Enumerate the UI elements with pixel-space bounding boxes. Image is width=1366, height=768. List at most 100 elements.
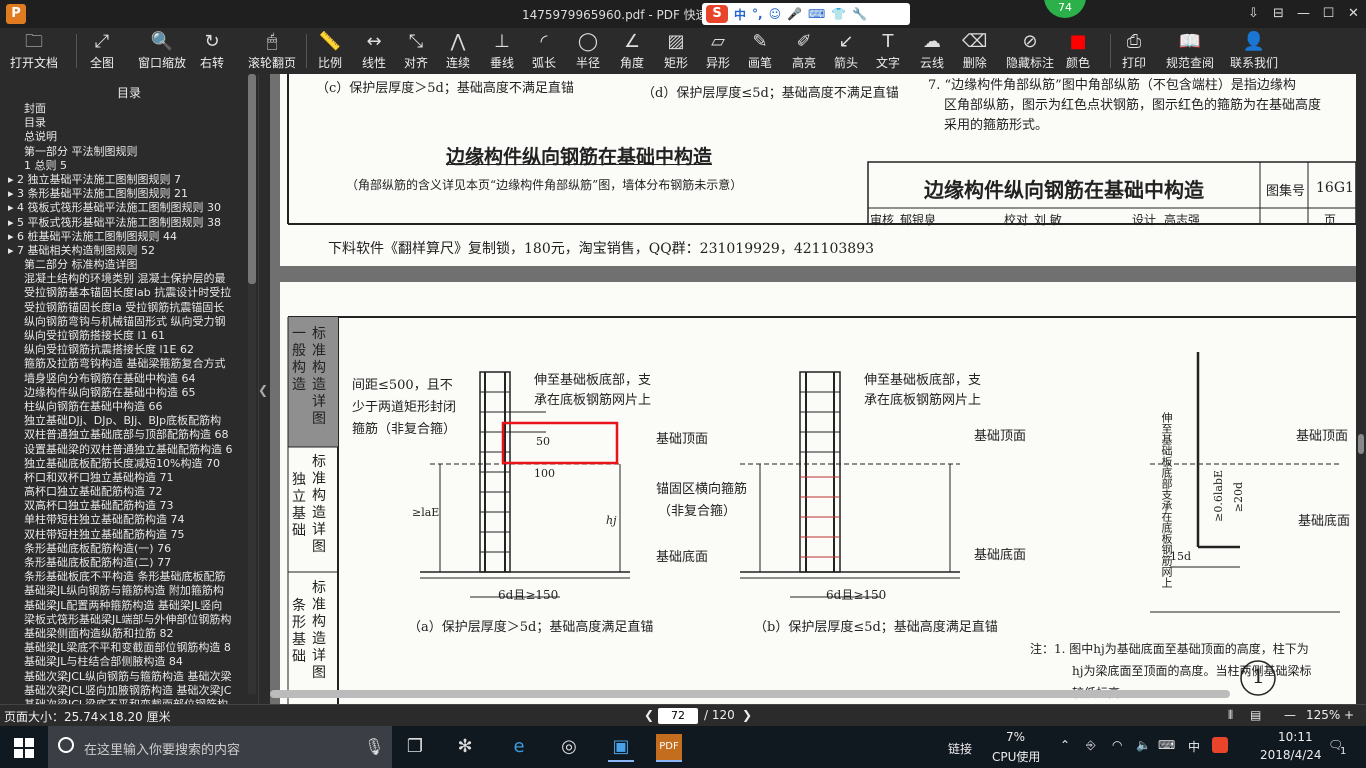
toc-item[interactable]: 1 总则 5 <box>0 159 258 173</box>
toolbar-angle-button[interactable]: ∠ 角度 <box>620 28 644 74</box>
toc-item[interactable]: 基础梁JL纵向钢筋与箍筋构造 附加箍筋构 <box>0 584 258 598</box>
ime-punct-toggle[interactable]: °, <box>752 7 763 21</box>
toolbar-rectangle-area-button[interactable]: ▨ 矩形 <box>664 28 688 74</box>
document-view[interactable]: （c）保护层厚度＞5d；基础高度不满足直锚 （d）保护层厚度≤5d；基础高度不满… <box>270 74 1356 704</box>
toolbar-align-button[interactable]: ⤡ 对齐 <box>404 28 428 74</box>
toolbar-fit-page-button[interactable]: ⤢ 全图 <box>90 28 114 74</box>
toc-item[interactable]: ▸ 3 条形基础平法施工图制图规则 21 <box>0 187 258 201</box>
zoom-in-button[interactable]: + <box>1344 708 1354 722</box>
toc-item[interactable]: 第二部分 标准构造详图 <box>0 258 258 272</box>
score-badge[interactable]: 74 <box>1044 0 1086 18</box>
page-number-input[interactable]: 72 <box>658 708 698 724</box>
toolbar-contact-button[interactable]: 👤 联系我们 <box>1230 28 1278 74</box>
network-icon[interactable]: ⎆ <box>1086 738 1096 753</box>
toc-item[interactable]: ▸ 2 独立基础平法施工图制图规则 7 <box>0 173 258 187</box>
horizontal-scrollbar[interactable] <box>270 690 1230 698</box>
expand-icon[interactable]: ▸ <box>8 230 17 243</box>
toolbar-color-button[interactable]: ■ 颜色 <box>1066 28 1090 74</box>
collapse-sidebar-icon[interactable]: ❮ <box>258 370 268 410</box>
menu-icon[interactable]: ⊟ <box>1266 0 1291 28</box>
toolbar-arrow-button[interactable]: ↙ 箭头 <box>834 28 858 74</box>
toc-item[interactable]: 基础次梁JCL纵向钢筋与箍筋构造 基础次梁 <box>0 670 258 684</box>
link-label[interactable]: 链接 <box>948 740 972 757</box>
toc-item[interactable]: 条形基础底板配筋构造(二) 77 <box>0 556 258 570</box>
toolbar-mouse-wheel-button[interactable]: 🖱 滚轮翻页 <box>248 28 296 74</box>
toc-item[interactable]: 纵向钢筋弯钩与机械锚固形式 纵向受力钢 <box>0 315 258 329</box>
toc-item[interactable]: ▸ 6 桩基础平法施工图制图规则 44 <box>0 230 258 244</box>
taskbar-app-icon[interactable]: ▣ <box>608 734 634 762</box>
single-page-view-icon[interactable]: ⫴ <box>1228 708 1233 723</box>
expand-icon[interactable]: ▸ <box>8 244 17 257</box>
input-language[interactable]: 中 <box>1188 738 1200 755</box>
clock-date[interactable]: 2018/4/24 <box>1260 748 1322 762</box>
toc-item[interactable]: 基础梁JL梁底不平和变截面部位钢筋构造 8 <box>0 641 258 655</box>
toolbar-text-button[interactable]: T 文字 <box>876 28 900 74</box>
toc-item[interactable]: ▸ 4 筏板式筏形基础平法施工图制图规则 30 <box>0 201 258 215</box>
toc-item[interactable]: 基础次梁JCL竖向加腋钢筋构造 基础次梁JC <box>0 684 258 698</box>
ie-browser-icon[interactable]: e <box>506 734 532 760</box>
toc-item[interactable]: 边缘构件纵向钢筋在基础中构造 65 <box>0 386 258 400</box>
task-view-icon[interactable]: ❐ <box>402 734 428 760</box>
toc-item[interactable]: 箍筋及拉筋弯钩构造 基础梁箍筋复合方式 <box>0 357 258 371</box>
toc-item[interactable]: 封面 <box>0 102 258 116</box>
sogou-ime-icon[interactable]: S <box>706 5 728 23</box>
expand-icon[interactable]: ▸ <box>8 216 17 229</box>
pinwheel-app-icon[interactable]: ✻ <box>452 734 478 760</box>
pdf-viewer-taskbar-icon[interactable]: PDF <box>656 734 682 762</box>
toc-item[interactable]: 条形基础底板配筋构造(一) 76 <box>0 542 258 556</box>
prev-page-icon[interactable]: ❮ <box>644 708 654 722</box>
toc-item[interactable]: 第一部分 平法制图规则 <box>0 145 258 159</box>
toc-item[interactable]: 纵向受拉钢筋搭接长度 l1 61 <box>0 329 258 343</box>
app-spiral-icon[interactable]: ◎ <box>556 734 582 760</box>
toc-item[interactable]: ▸ 7 基础相关构造制图规则 52 <box>0 244 258 258</box>
ime-skin-icon[interactable]: 👕 <box>831 7 846 21</box>
ime-emoji-icon[interactable]: ☺ <box>769 7 782 21</box>
toc-item[interactable]: 设置基础梁的双柱普通独立基础配筋构造 6 <box>0 443 258 457</box>
windows-start-icon[interactable] <box>14 738 34 758</box>
toolbar-arc-length-button[interactable]: ◜ 弧长 <box>532 28 556 74</box>
ime-voice-icon[interactable]: 🎤 <box>787 7 802 21</box>
taskbar-search[interactable]: 在这里输入你要搜索的内容 🎙 <box>48 726 392 768</box>
expand-icon[interactable]: ▸ <box>8 187 17 200</box>
zoom-level[interactable]: 125% <box>1306 708 1340 722</box>
toolbar-rotate-right-button[interactable]: ↻ 右转 <box>200 28 224 74</box>
toc-item[interactable]: 独立基础底板配筋长度减短10%构造 70 <box>0 457 258 471</box>
toc-item[interactable]: 基础梁JL与柱结合部侧腋构造 84 <box>0 655 258 669</box>
toc-item[interactable]: 混凝土结构的环境类别 混凝土保护层的最 <box>0 272 258 286</box>
mic-icon[interactable]: 🎙 <box>364 737 384 756</box>
continuous-view-icon[interactable]: ▤ <box>1250 708 1261 722</box>
toolbar-polygon-area-button[interactable]: ▱ 异形 <box>706 28 730 74</box>
toc-item[interactable]: 墙身竖向分布钢筋在基础中构造 64 <box>0 372 258 386</box>
expand-icon[interactable]: ▸ <box>8 173 17 186</box>
ime-keyboard-icon[interactable]: ⌨ <box>808 7 825 21</box>
ime-lang-toggle[interactable]: 中 <box>734 6 746 23</box>
ime-toolbar[interactable]: S 中 °, ☺ 🎤 ⌨ 👕 🔧 <box>702 3 910 25</box>
toolbar-highlight-button[interactable]: ✐ 高亮 <box>792 28 816 74</box>
toc-item[interactable]: 双柱带短柱独立基础配筋构造 75 <box>0 528 258 542</box>
toolbar-continuous-measure-button[interactable]: ⋀ 连续 <box>446 28 470 74</box>
expand-icon[interactable]: ▸ <box>8 201 17 214</box>
toc-item[interactable]: 基础梁侧面构造纵筋和拉筋 82 <box>0 627 258 641</box>
close-button[interactable]: ✕ <box>1341 0 1366 28</box>
toc-item[interactable]: 单柱带短柱独立基础配筋构造 74 <box>0 513 258 527</box>
toc-item[interactable]: 杯口和双杯口独立基础构造 71 <box>0 471 258 485</box>
toolbar-cloud-line-button[interactable]: ☁ 云线 <box>920 28 944 74</box>
toolbar-eraser-button[interactable]: ⌫ 删除 <box>962 28 987 74</box>
toc-item[interactable]: 双高杯口独立基础配筋构造 73 <box>0 499 258 513</box>
clock-time[interactable]: 10:11 <box>1278 730 1313 744</box>
toc-item[interactable]: 梁板式筏形基础梁JL端部与外伸部位钢筋构 <box>0 613 258 627</box>
minimize-button[interactable]: — <box>1291 0 1316 28</box>
vertical-scroll-thumb[interactable] <box>1358 434 1364 454</box>
toc-item[interactable]: 目录 <box>0 116 258 130</box>
keyboard-icon[interactable]: ⌨ <box>1158 738 1175 752</box>
next-page-icon[interactable]: ❯ <box>742 708 752 722</box>
toolbar-hide-annotation-button[interactable]: ⊘ 隐藏标注 <box>1006 28 1054 74</box>
toolbar-spec-book-button[interactable]: 📖 规范查阅 <box>1166 28 1214 74</box>
toolbar-perpendicular-button[interactable]: ⊥ 垂线 <box>490 28 514 74</box>
zoom-out-button[interactable]: — <box>1284 708 1296 722</box>
toc-item[interactable]: 受拉钢筋锚固长度la 受拉钢筋抗震锚固长 <box>0 301 258 315</box>
toolbar-scale-button[interactable]: 📏 比例 <box>318 28 342 74</box>
toc-item[interactable]: 高杯口独立基础配筋构造 72 <box>0 485 258 499</box>
toc-item[interactable]: ▸ 5 平板式筏形基础平法施工图制图规则 38 <box>0 216 258 230</box>
toolbar-radius-button[interactable]: ◯ 半径 <box>576 28 600 74</box>
